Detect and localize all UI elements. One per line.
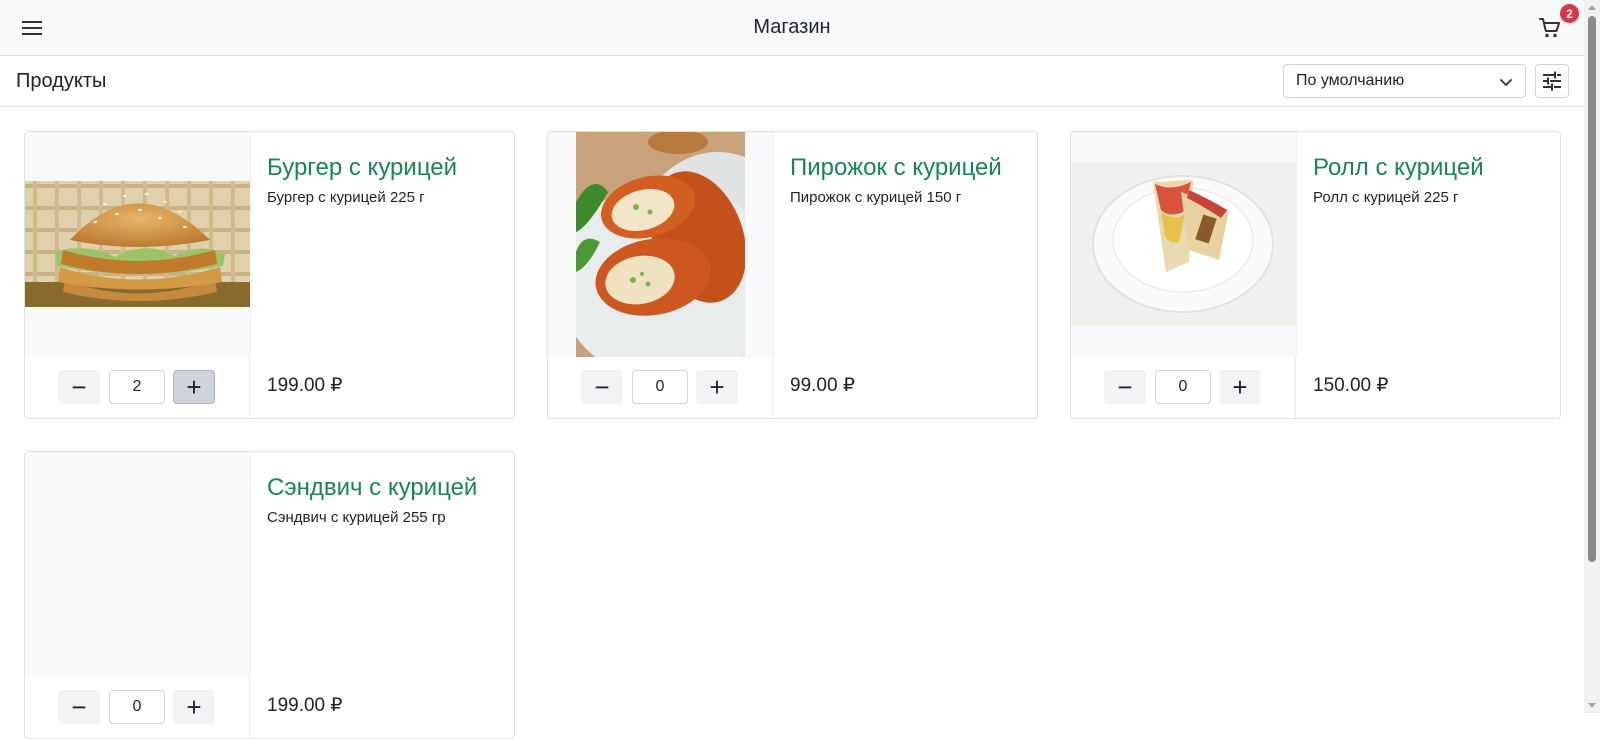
product-card: − + Бургер с курицей Бургер с курицей 22… [24, 131, 515, 419]
quantity-controls: − + [1071, 357, 1296, 418]
quantity-controls: − + [548, 357, 773, 418]
product-description: Пирожок с курицей 150 г [790, 189, 962, 206]
quantity-input[interactable] [109, 690, 165, 724]
increase-quantity-button[interactable]: + [173, 370, 215, 404]
filter-button[interactable] [1535, 64, 1569, 98]
chicken-roll-photo [1071, 162, 1296, 326]
vertical-scrollbar[interactable] [1584, 0, 1600, 713]
page-title: Продукты [16, 70, 107, 92]
decrease-quantity-button[interactable]: − [58, 690, 100, 724]
sort-select[interactable]: По умолчанию [1283, 64, 1526, 98]
chevron-down-icon [1500, 79, 1512, 86]
scroll-down-arrow-icon[interactable] [1588, 703, 1596, 708]
cart-count-badge: 2 [1560, 4, 1579, 23]
image-column-divider [1296, 132, 1297, 357]
product-description: Сэндвич с курицей 255 гр [267, 509, 446, 526]
product-image [25, 132, 250, 357]
product-card: − + Пирожок с курицей Пирожок с курицей … [547, 131, 1038, 419]
increase-quantity-button[interactable]: + [1219, 370, 1261, 404]
scrollbar-thumb[interactable] [1588, 16, 1596, 562]
product-card: − + Ролл с курицей Ролл с курицей 225 г … [1070, 131, 1561, 419]
quantity-input[interactable] [1155, 370, 1211, 404]
image-column-divider [250, 132, 251, 357]
product-name[interactable]: Сэндвич с курицей [267, 474, 477, 502]
image-column-divider [773, 132, 774, 357]
product-name[interactable]: Пирожок с курицей [790, 154, 1002, 182]
increase-quantity-button[interactable]: + [696, 370, 738, 404]
product-price: 199.00 ₽ [267, 375, 343, 396]
product-description: Бургер с курицей 225 г [267, 189, 425, 206]
quantity-input[interactable] [109, 370, 165, 404]
top-navbar: Магазин 2 [0, 0, 1584, 56]
product-image-placeholder [25, 452, 250, 677]
product-description: Ролл с курицей 225 г [1313, 189, 1459, 206]
product-card: − + Сэндвич с курицей Сэндвич с курицей … [24, 451, 515, 739]
quantity-input[interactable] [632, 370, 688, 404]
app-title: Магазин [753, 16, 831, 38]
product-price: 199.00 ₽ [267, 695, 343, 716]
page-toolbar: Продукты По умолчанию [0, 56, 1584, 107]
product-name[interactable]: Ролл с курицей [1313, 154, 1484, 182]
product-image [1071, 132, 1296, 357]
decrease-quantity-button[interactable]: − [58, 370, 100, 404]
shopping-cart-icon [1539, 18, 1560, 38]
quantity-controls: − + [25, 357, 250, 418]
chicken-pie-photo [548, 132, 773, 357]
product-image [548, 132, 773, 357]
quantity-controls: − + [25, 677, 250, 738]
sort-select-value: По умолчанию [1296, 72, 1405, 89]
tune-icon [1543, 71, 1561, 91]
decrease-quantity-button[interactable]: − [1104, 370, 1146, 404]
scroll-up-arrow-icon[interactable] [1588, 5, 1596, 10]
chicken-burger-photo [25, 181, 250, 307]
image-column-divider [250, 452, 251, 677]
decrease-quantity-button[interactable]: − [581, 370, 623, 404]
product-name[interactable]: Бургер с курицей [267, 154, 457, 182]
increase-quantity-button[interactable]: + [173, 690, 215, 724]
product-price: 150.00 ₽ [1313, 375, 1389, 396]
product-price: 99.00 ₽ [790, 375, 855, 396]
